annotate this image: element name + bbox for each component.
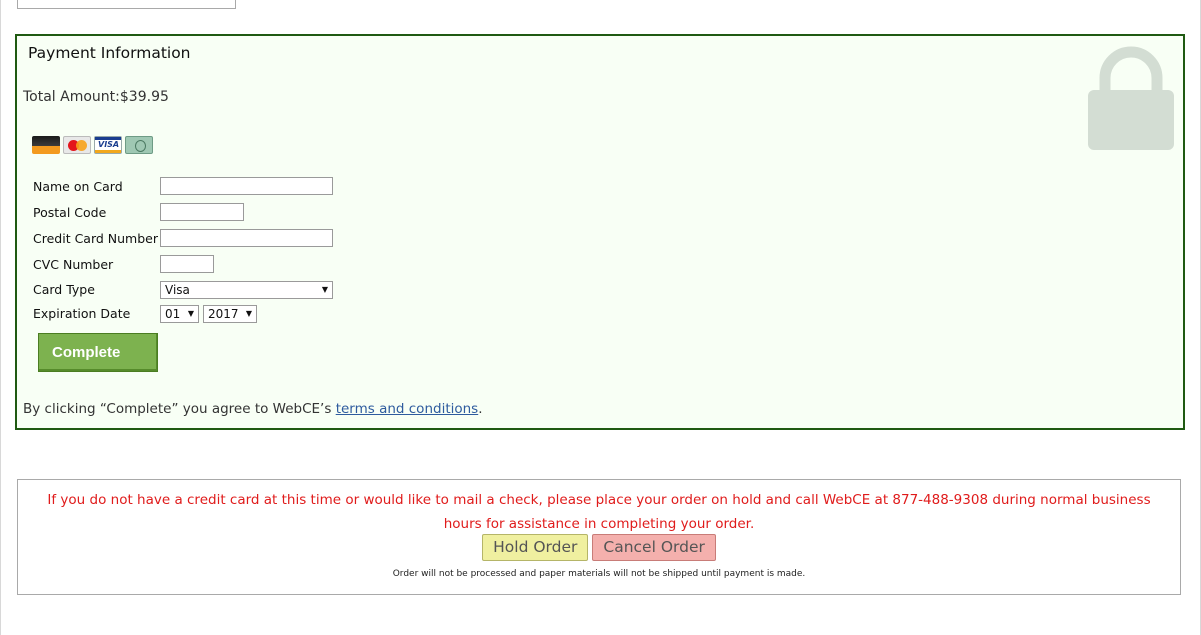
expiration-month-value: 01 <box>165 307 181 321</box>
card-type-value: Visa <box>165 283 190 297</box>
credit-card-number-label: Credit Card Number <box>33 231 158 246</box>
terms-and-conditions-link[interactable]: terms and conditions <box>336 401 479 417</box>
hold-order-message: If you do not have a credit card at this… <box>47 492 1151 532</box>
agreement-suffix: . <box>478 401 483 417</box>
complete-button[interactable]: Complete <box>38 333 158 372</box>
card-type-select[interactable]: Visa ▼ <box>160 281 333 299</box>
discover-card-icon <box>32 136 60 154</box>
name-on-card-label: Name on Card <box>33 179 123 194</box>
cvc-number-label: CVC Number <box>33 257 114 272</box>
mastercard-icon <box>63 136 91 154</box>
payment-required-note: Order will not be processed and paper ma… <box>392 569 806 579</box>
accepted-cards: VISA <box>32 136 153 154</box>
amex-card-icon <box>125 136 153 154</box>
postal-code-label: Postal Code <box>33 205 107 220</box>
expiration-year-select[interactable]: 2017 ▼ <box>203 305 257 323</box>
visa-card-icon: VISA <box>94 136 122 154</box>
expiration-date-label: Expiration Date <box>33 306 131 321</box>
expiration-year-value: 2017 <box>208 307 239 321</box>
total-amount-label: Total Amount: <box>23 89 120 105</box>
agreement-prefix: By clicking “Complete” you agree to WebC… <box>23 401 336 417</box>
hold-order-panel: If you do not have a credit card at this… <box>17 479 1181 595</box>
card-type-label: Card Type <box>33 282 95 297</box>
expiration-month-select[interactable]: 01 ▼ <box>160 305 199 323</box>
total-amount-value: $39.95 <box>119 89 169 105</box>
chevron-down-icon: ▼ <box>321 285 328 294</box>
payment-information-panel: Payment Information Total Amount:$39.95 … <box>15 34 1185 430</box>
hold-order-button[interactable]: Hold Order <box>482 534 589 561</box>
visa-logo-text: VISA <box>98 140 120 149</box>
credit-card-number-input[interactable] <box>160 229 333 247</box>
chevron-down-icon: ▼ <box>187 309 194 318</box>
postal-code-input[interactable] <box>160 203 244 221</box>
panel-title: Payment Information <box>28 44 191 62</box>
chevron-down-icon: ▼ <box>245 309 252 318</box>
total-amount: Total Amount:$39.95 <box>23 89 169 105</box>
name-on-card-input[interactable] <box>160 177 333 195</box>
terms-agreement-text: By clicking “Complete” you agree to WebC… <box>23 401 483 417</box>
hold-order-actions: Hold Order Cancel Order <box>18 534 1180 561</box>
cvc-number-input[interactable] <box>160 255 214 273</box>
previous-section-box <box>17 0 236 9</box>
cancel-order-button[interactable]: Cancel Order <box>592 534 716 561</box>
page-border-left <box>0 0 1 635</box>
lock-icon <box>1088 46 1174 150</box>
